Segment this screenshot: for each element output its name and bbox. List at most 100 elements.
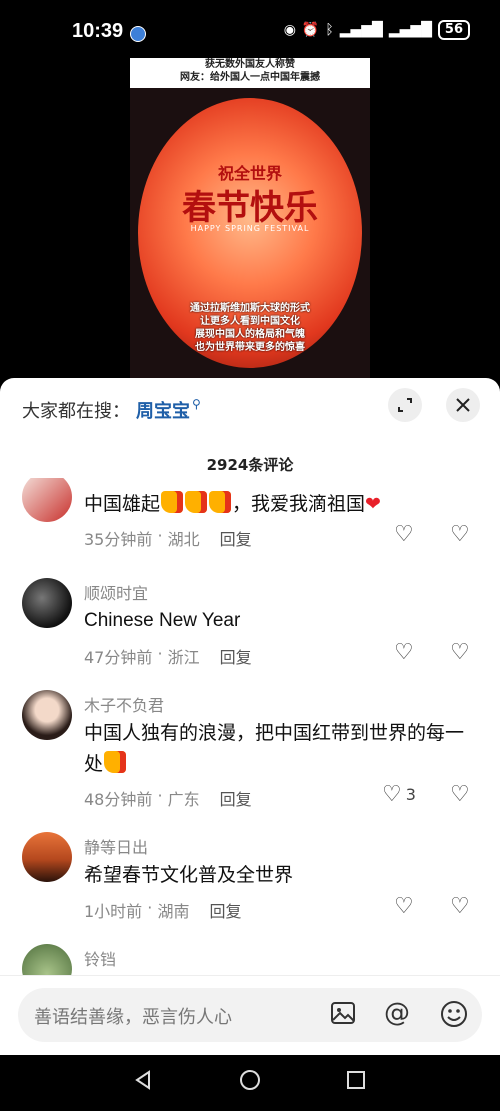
caption-line: 通过拉斯维加斯大球的形式: [190, 303, 310, 314]
comment-panel: 大家都在搜： 周宝宝 ⚲ 2924条评论 中国雄起 ，我爱我滴祖国❤ 35分钟前 …: [0, 378, 500, 1055]
thumbs-up-emoji: [104, 751, 127, 773]
caption-line: 展现中国人的格局和气魄: [195, 329, 305, 340]
alarm-icon: ⏰: [301, 22, 320, 38]
dislike-button[interactable]: ♡: [450, 894, 470, 919]
search-icon: ⚲: [192, 397, 201, 411]
thumbs-up-emoji: [209, 491, 232, 513]
video-header-line1: 获无数外国友人称赞: [205, 59, 295, 70]
comment-item: 静等日出 希望春节文化普及全世界 1小时前 · 湖南 回复 ♡ ♡: [0, 832, 500, 942]
dislike-button[interactable]: ♡: [450, 640, 470, 665]
video-preview[interactable]: 获无数外国友人称赞 网友：给外国人一点中国年震撼 祝全世界 春节快乐 HAPPY…: [130, 58, 370, 380]
comment-location: 广东: [167, 790, 200, 809]
recents-square-icon: [347, 1071, 365, 1089]
home-circle-icon: [240, 1070, 260, 1090]
close-icon: [456, 398, 470, 412]
username[interactable]: 铃铛: [84, 946, 116, 970]
like-button[interactable]: ♡: [394, 522, 414, 547]
signal-5g-icon: ▂▄▆█: [339, 22, 383, 38]
trending-search-label: 大家都在搜：: [22, 401, 130, 422]
image-button[interactable]: [330, 1000, 356, 1032]
reply-button[interactable]: 回复: [220, 526, 252, 550]
comment-time: 48分钟前: [84, 790, 153, 809]
comment-meta: 47分钟前 · 浙江 回复: [84, 644, 252, 668]
comment-item: 中国雄起 ，我爱我滴祖国❤ 35分钟前 · 湖北 回复 ♡ ♡: [0, 478, 500, 584]
emoji-button[interactable]: [440, 1000, 468, 1034]
thumbs-up-emoji: [185, 491, 208, 513]
avatar[interactable]: [22, 690, 72, 740]
expand-icon: [398, 398, 412, 412]
back-button[interactable]: [132, 1069, 154, 1097]
expand-button[interactable]: [388, 388, 422, 422]
eye-icon: ◉: [283, 22, 296, 38]
home-button[interactable]: [239, 1069, 261, 1097]
comment-item: 顺颂时宜 Chinese New Year 47分钟前 · 浙江 回复 ♡ ♡: [0, 578, 500, 688]
clock: 10:39: [72, 20, 124, 42]
broken-heart-icon: ♡: [450, 782, 470, 807]
comment-text: 中国雄起 ，我爱我滴祖国❤: [84, 488, 474, 519]
reply-button[interactable]: 回复: [220, 644, 252, 668]
battery-indicator: 56: [437, 20, 470, 40]
comment-text-main: 中国人独有的浪漫，把中国红带到世界的每一处: [84, 722, 465, 775]
mention-button[interactable]: @: [384, 998, 410, 1028]
recents-button[interactable]: [345, 1069, 367, 1097]
avatar[interactable]: [22, 578, 72, 628]
comment-item: 木子不负君 中国人独有的浪漫，把中国红带到世界的每一处 48分钟前 · 广东 回…: [0, 690, 500, 830]
like-button[interactable]: ♡: [394, 640, 414, 665]
comment-time: 35分钟前: [84, 530, 153, 549]
username[interactable]: 静等日出: [84, 834, 148, 858]
comment-text: 中国人独有的浪漫，把中国红带到世界的每一处: [84, 718, 474, 779]
heart-outline-icon: ♡: [382, 782, 402, 807]
avatar[interactable]: [22, 944, 72, 976]
trending-search-term[interactable]: 周宝宝: [136, 397, 190, 423]
comment-input-bar: 善语结善缘，恶言伤人心 @: [0, 975, 500, 1056]
app-notification-icon: [130, 26, 146, 42]
heart-outline-icon: ♡: [394, 894, 414, 919]
comment-text: 希望春节文化普及全世界: [84, 864, 294, 886]
comment-input[interactable]: 善语结善缘，恶言伤人心 @: [18, 988, 482, 1042]
bluetooth-icon: ᛒ: [325, 22, 334, 38]
dislike-button[interactable]: ♡: [450, 522, 470, 547]
comment-location: 湖北: [167, 530, 200, 549]
emoji-icon: [441, 1001, 467, 1027]
comment-time: 47分钟前: [84, 648, 153, 667]
comment-text-main: 中国雄起: [84, 493, 161, 515]
avatar[interactable]: [22, 832, 72, 882]
comment-text: Chinese New Year: [84, 610, 241, 631]
comment-location: 湖南: [157, 902, 190, 921]
reply-button[interactable]: 回复: [209, 898, 241, 922]
mention-icon: @: [384, 998, 410, 1028]
comment-text-rest: ，我爱我滴祖国: [232, 493, 366, 515]
username[interactable]: 顺颂时宜: [84, 580, 148, 604]
comment-time: 1小时前: [84, 902, 143, 921]
caption-line: 让更多人看到中国文化: [200, 316, 300, 327]
image-icon: [331, 1002, 355, 1024]
like-button[interactable]: ♡ 3: [382, 782, 416, 807]
heart-outline-icon: ♡: [394, 522, 414, 547]
like-button[interactable]: ♡: [394, 894, 414, 919]
thumbs-up-emoji: [161, 491, 184, 513]
system-nav-bar: [0, 1055, 500, 1111]
broken-heart-icon: ♡: [450, 640, 470, 665]
comment-location: 浙江: [167, 648, 200, 667]
comment-count: 2924条评论: [206, 456, 294, 474]
back-triangle-icon: [135, 1070, 150, 1090]
caption-line: 也为世界带来更多的惊喜: [195, 342, 305, 353]
comment-input-placeholder: 善语结善缘，恶言伤人心: [34, 1007, 232, 1028]
avatar[interactable]: [22, 478, 72, 522]
reply-button[interactable]: 回复: [220, 786, 252, 810]
comment-item: 铃铛: [0, 944, 500, 976]
like-count: 3: [405, 785, 416, 804]
video-header: 获无数外国友人称赞 网友：给外国人一点中国年震撼: [130, 58, 370, 88]
comment-meta: 1小时前 · 湖南 回复: [84, 898, 242, 922]
comment-list[interactable]: 中国雄起 ，我爱我滴祖国❤ 35分钟前 · 湖北 回复 ♡ ♡ 顺颂时宜 Chin…: [0, 478, 500, 976]
globe-big-text: 春节快乐: [182, 188, 318, 228]
close-button[interactable]: [446, 388, 480, 422]
red-heart-emoji: ❤: [365, 493, 381, 515]
broken-heart-icon: ♡: [450, 522, 470, 547]
globe-english-text: HAPPY SPRING FESTIVAL: [190, 224, 310, 233]
broken-heart-icon: ♡: [450, 894, 470, 919]
username[interactable]: 木子不负君: [84, 692, 164, 716]
dislike-button[interactable]: ♡: [450, 782, 470, 807]
comment-meta: 48分钟前 · 广东 回复: [84, 786, 252, 810]
video-header-line2: 网友：给外国人一点中国年震撼: [180, 72, 320, 83]
